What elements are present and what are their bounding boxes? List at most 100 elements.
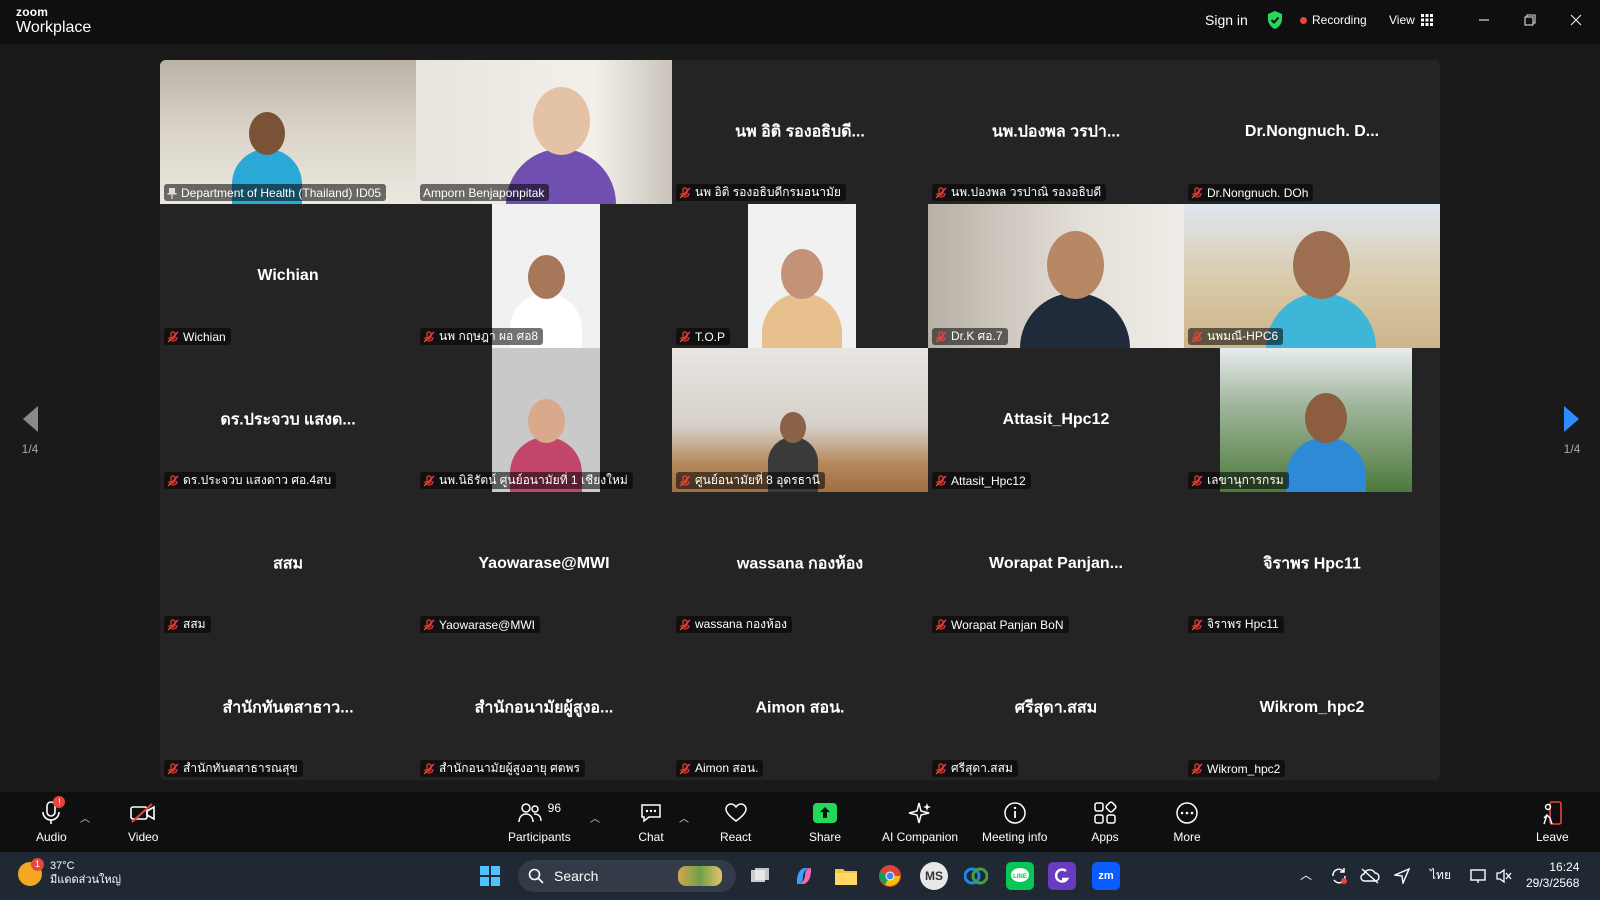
participant-name-label: Wichian [164,328,231,345]
weather-widget[interactable]: 1 37°C มีแดดส่วนใหญ่ [18,857,121,888]
participant-tile[interactable]: Dr.Nongnuch. D... Dr.Nongnuch. DOh [1184,60,1440,204]
restore-icon[interactable] [1520,10,1540,30]
participant-tile[interactable]: นพ.ปองพล วรปา... นพ.ปองพล วรปาณิ รองอธิบด… [928,60,1184,204]
zoom-taskbar-icon[interactable]: zm [1092,862,1120,890]
minimize-icon[interactable] [1474,10,1494,30]
participant-tile[interactable]: เลขานุการกรม [1184,348,1440,492]
view-button[interactable]: View [1389,13,1433,27]
ai-companion-button[interactable]: AI Companion [882,798,958,844]
participant-name-label: ศรีสุดา.สสม [932,760,1018,777]
participant-tile[interactable]: wassana กองห้อง wassana กองห้อง [672,492,928,636]
participant-tile[interactable]: Amporn Benjaponpitak [416,60,672,204]
person-silhouette [1286,437,1366,492]
tray-overflow-chevron-icon[interactable]: ︿ [1300,866,1312,883]
previous-page-button[interactable]: 1/4 [15,404,45,484]
system-clock[interactable]: 16:24 29/3/2568 [1526,859,1579,891]
participant-name-label: สำนักอนามัยผู้สูงอายุ ศตพร [420,760,585,777]
participant-video [492,348,600,492]
participant-tile[interactable]: T.O.P [672,204,928,348]
participant-display-name: ศรีสุดา.สสม [1014,699,1098,717]
sign-in-link[interactable]: Sign in [1205,12,1248,28]
participant-display-name: Attasit_Hpc12 [1002,411,1110,428]
more-button[interactable]: More [1172,798,1202,844]
recording-indicator[interactable]: Recording [1300,13,1367,27]
participants-button[interactable]: 96 Participants [508,798,571,844]
pdf-app-icon[interactable] [1048,862,1076,890]
chat-options-caret-icon[interactable]: ︿ [679,810,689,825]
mic-muted-icon [679,330,691,342]
participant-display-name: นพ อิติ รองอธิบดี... [735,123,865,141]
next-page-button[interactable]: 1/4 [1557,404,1587,484]
recording-label: Recording [1312,13,1367,27]
participant-name-label: Wikrom_hpc2 [1188,760,1286,777]
participants-options-caret-icon[interactable]: ︿ [590,810,600,825]
taskbar-search[interactable]: Search [518,860,736,892]
info-icon [1000,798,1030,828]
participant-tile[interactable]: Dr.K ศอ.7 [928,204,1184,348]
arrow-right-icon [1564,406,1579,432]
participant-name-label: Yaowarase@MWI [420,616,540,633]
participant-tile[interactable]: สำนักทันตสาธาว... สำนักทันตสาธารณสุข [160,636,416,780]
participant-tile[interactable]: Attasit_Hpc12 Attasit_Hpc12 [928,348,1184,492]
participant-name-text: นพมณี-HPC6 [1207,329,1279,343]
participants-icon: 96 [509,798,569,828]
participant-name-label: Worapat Panjan BoN [932,616,1069,633]
participant-tile[interactable]: Yaowarase@MWI Yaowarase@MWI [416,492,672,636]
location-arrow-icon[interactable] [1388,862,1416,890]
windows-start-icon[interactable] [476,862,504,890]
ai-companion-label: AI Companion [882,830,959,844]
participant-tile[interactable]: นพมณี-HPC6 [1184,204,1440,348]
participant-display-name: สำนักทันตสาธาว... [222,699,354,717]
react-button[interactable]: React [720,798,751,844]
zoom-logo: zoom Workplace [16,6,91,36]
sync-icon[interactable] [1325,862,1353,890]
clock-date: 29/3/2568 [1526,876,1580,891]
speaker-muted-icon[interactable] [1490,862,1518,890]
close-icon[interactable] [1566,10,1586,30]
share-button[interactable]: Share [809,798,841,844]
video-button[interactable]: Video [128,798,158,844]
person-silhouette [762,293,842,348]
participant-tile[interactable]: ศูนย์อนามัยที่ 8 อุดรธานี [672,348,928,492]
sparkle-icon [905,798,935,828]
participant-tile[interactable]: Department of Health (Thailand) ID05 [160,60,416,204]
participant-tile[interactable]: ศรีสุดา.สสม ศรีสุดา.สสม [928,636,1184,780]
page-indicator-right: 1/4 [1563,442,1581,456]
line-app-icon[interactable]: LINE [1006,862,1034,890]
participant-tile[interactable]: นพ.นิธิรัตน์ ศูนย์อนามัยที่ 1 เชียงใหม่ [416,348,672,492]
meeting-info-label: Meeting info [982,830,1048,844]
grid-view-icon [1420,14,1433,26]
participant-tile[interactable]: Wichian Wichian [160,204,416,348]
apps-button[interactable]: Apps [1090,798,1120,844]
input-language[interactable]: ไทย [1430,866,1451,885]
ms-app-icon[interactable]: MS [920,862,948,890]
audio-options-caret-icon[interactable]: ︿ [80,810,90,825]
webex-icon[interactable] [962,862,990,890]
participant-name-text: Aimon สอน. [695,761,759,775]
participant-tile[interactable]: Aimon สอน. Aimon สอน. [672,636,928,780]
copilot-icon[interactable] [790,862,818,890]
search-icon [528,868,544,884]
meeting-info-button[interactable]: Meeting info [982,798,1047,844]
participant-tile[interactable]: จิราพร Hpc11 จิราพร Hpc11 [1184,492,1440,636]
participant-tile[interactable]: ดร.ประจวบ แสงด... ดร.ประจวบ แสงดาว ศอ.4สบ [160,348,416,492]
participant-tile[interactable]: สสม สสม [160,492,416,636]
security-shield-icon[interactable] [1266,10,1284,30]
participant-tile[interactable]: นพ กฤษฎา ผอ ศอ8 [416,204,672,348]
cloud-off-icon[interactable] [1356,862,1384,890]
mic-muted-icon [935,330,947,342]
mic-muted-icon [1191,762,1203,774]
audio-button[interactable]: ! Audio [36,796,67,844]
gallery-grid: Department of Health (Thailand) ID05 Ampo… [160,60,1440,780]
chrome-icon[interactable] [876,862,904,890]
participant-tile[interactable]: Wikrom_hpc2 Wikrom_hpc2 [1184,636,1440,780]
participant-tile[interactable]: สำนักอนามัยผู้สูงอ... สำนักอนามัยผู้สูงอา… [416,636,672,780]
participant-tile[interactable]: Worapat Panjan... Worapat Panjan BoN [928,492,1184,636]
more-dots-icon [1172,798,1202,828]
participant-tile[interactable]: นพ อิติ รองอธิบดี... นพ อิติ รองอธิบดีกรม… [672,60,928,204]
network-icon[interactable] [1464,862,1492,890]
chat-button[interactable]: Chat [636,798,666,844]
file-explorer-icon[interactable] [832,862,860,890]
task-view-icon[interactable] [746,862,774,890]
leave-button[interactable]: Leave [1536,798,1569,844]
